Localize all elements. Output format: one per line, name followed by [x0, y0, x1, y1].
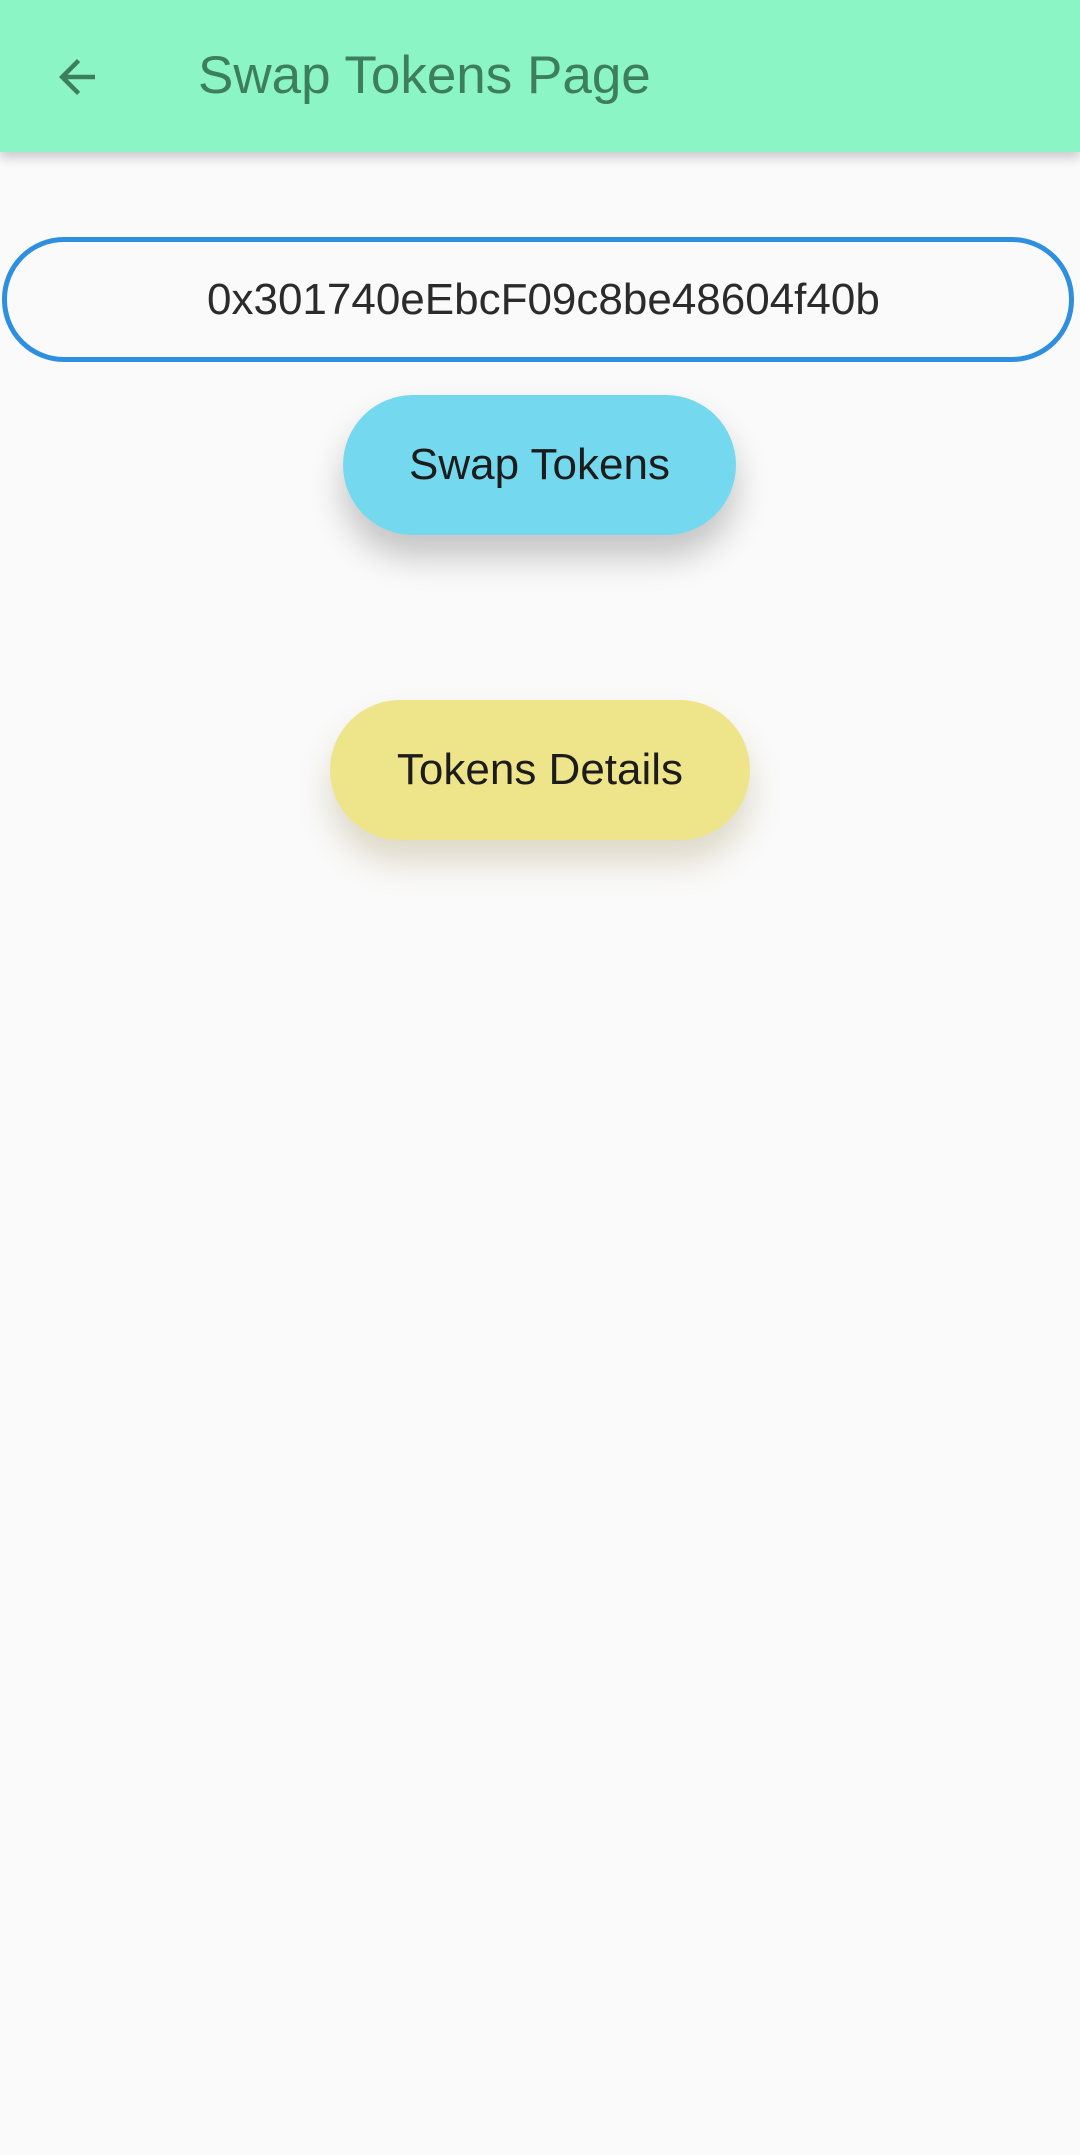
app-bar: Swap Tokens Page [0, 0, 1080, 152]
address-input[interactable] [207, 242, 879, 357]
back-button[interactable] [33, 33, 121, 121]
arrow-back-icon [59, 59, 95, 95]
address-field[interactable] [2, 237, 1074, 362]
tokens-details-button[interactable]: Tokens Details [330, 700, 750, 840]
swap-tokens-button[interactable]: Swap Tokens [343, 395, 736, 535]
page-title: Swap Tokens Page [198, 46, 651, 105]
